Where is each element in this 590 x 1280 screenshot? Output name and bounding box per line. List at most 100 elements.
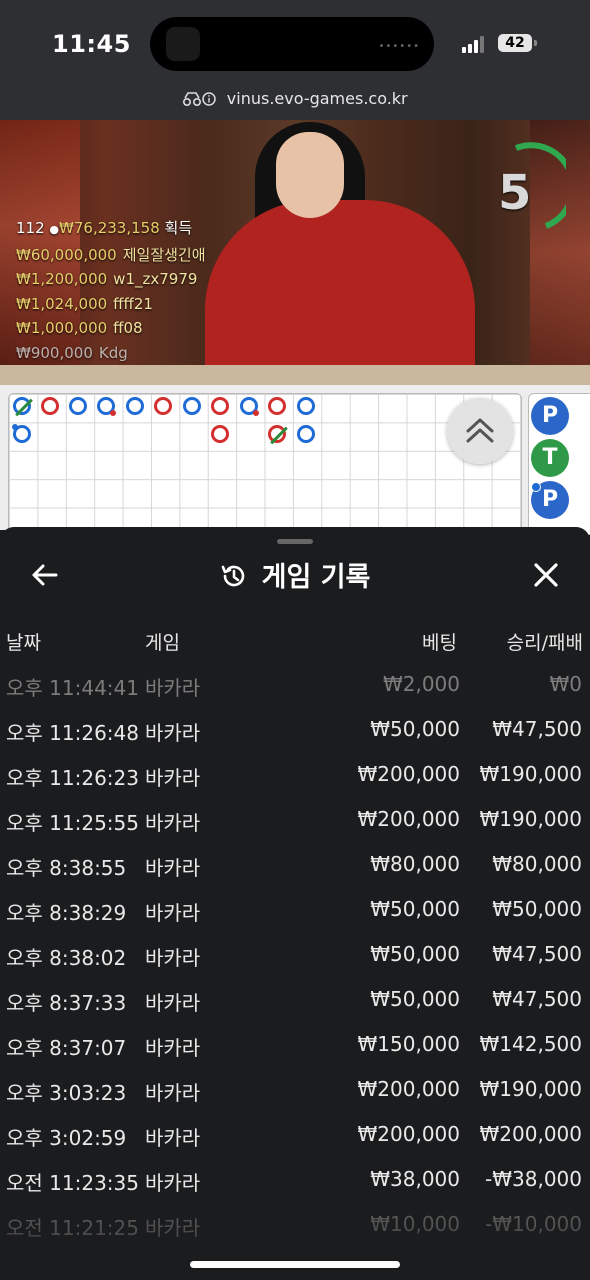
history-row[interactable]: 오후 11:44:41 바카라 ₩2,000 ₩0 bbox=[0, 672, 590, 717]
pair-dot bbox=[531, 482, 541, 492]
winner-row: ₩1,200,000 w1_zx7979 bbox=[16, 270, 198, 288]
road-player-ring bbox=[69, 397, 87, 415]
history-row[interactable]: 오후 8:37:07 바카라 ₩150,000 ₩142,500 bbox=[0, 1032, 590, 1077]
chevron-up-double-icon bbox=[466, 418, 494, 443]
history-row[interactable]: 오후 3:02:59 바카라 ₩200,000 ₩200,000 bbox=[0, 1122, 590, 1167]
island-dots: •••••• bbox=[378, 41, 420, 52]
panel-title: 게임 기록 bbox=[0, 555, 590, 597]
row-time: 오후 8:37:33 bbox=[6, 991, 127, 1015]
battery-cap bbox=[534, 40, 537, 46]
column-header-result: 승리/패배 bbox=[506, 632, 583, 654]
dealer-figure bbox=[276, 132, 344, 218]
countdown-timer: 5 bbox=[498, 165, 532, 221]
row-time: 오후 11:25:55 bbox=[6, 811, 139, 835]
row-bet: ₩200,000 bbox=[357, 1122, 460, 1146]
dealer-table bbox=[0, 365, 590, 385]
row-bet: ₩200,000 bbox=[357, 807, 460, 831]
row-time: 오후 8:37:07 bbox=[6, 1036, 127, 1060]
row-bet: ₩200,000 bbox=[357, 1077, 460, 1101]
row-bet: ₩200,000 bbox=[357, 762, 460, 786]
site-info-icon[interactable] bbox=[182, 92, 222, 108]
road-banker-ring bbox=[268, 425, 288, 445]
history-row[interactable]: 오후 11:25:55 바카라 ₩200,000 ₩190,000 bbox=[0, 807, 590, 852]
url-bar[interactable]: vinus.evo-games.co.kr bbox=[0, 88, 590, 120]
row-bet: ₩50,000 bbox=[370, 897, 460, 921]
history-icon bbox=[220, 562, 248, 597]
row-result: ₩190,000 bbox=[479, 807, 582, 831]
person-icon: ● bbox=[49, 223, 60, 236]
history-row[interactable]: 오후 11:26:23 바카라 ₩200,000 ₩190,000 bbox=[0, 762, 590, 807]
expand-scoreboard-button[interactable] bbox=[447, 398, 513, 464]
row-time: 오후 11:26:48 bbox=[6, 721, 139, 745]
row-time: 오후 11:44:41 bbox=[6, 676, 139, 700]
row-game: 바카라 bbox=[145, 901, 201, 925]
history-row[interactable]: 오후 11:26:48 바카라 ₩50,000 ₩47,500 bbox=[0, 717, 590, 762]
row-game: 바카라 bbox=[145, 856, 201, 880]
row-result: ₩50,000 bbox=[492, 897, 582, 921]
row-result: ₩200,000 bbox=[479, 1122, 582, 1146]
signal-icon bbox=[462, 34, 486, 53]
list-fade bbox=[0, 1212, 590, 1280]
row-game: 바카라 bbox=[145, 811, 201, 835]
row-time: 오후 3:03:23 bbox=[6, 1081, 127, 1105]
winners-total-amount: ₩76,233,158 bbox=[59, 219, 160, 237]
road-player-ring bbox=[183, 397, 201, 415]
column-header-date: 날짜 bbox=[6, 632, 41, 654]
road-player-ring bbox=[126, 397, 144, 415]
road-player-ring bbox=[240, 397, 259, 416]
url-text: vinus.evo-games.co.kr bbox=[226, 89, 408, 108]
history-row[interactable]: 오후 8:38:55 바카라 ₩80,000 ₩80,000 bbox=[0, 852, 590, 897]
camera-icon bbox=[166, 27, 200, 61]
road-player-ring bbox=[297, 425, 315, 443]
row-bet: ₩50,000 bbox=[370, 942, 460, 966]
row-bet: ₩80,000 bbox=[370, 852, 460, 876]
road-player-ring bbox=[97, 397, 116, 416]
winner-row: ₩1,024,000 ffff21 bbox=[16, 294, 153, 313]
row-bet: ₩50,000 bbox=[370, 987, 460, 1011]
sheet-grabber[interactable] bbox=[277, 539, 313, 544]
row-game: 바카라 bbox=[145, 1036, 201, 1060]
winner-row: ₩60,000,000 제일잘생긴애 bbox=[16, 245, 206, 264]
row-result: ₩190,000 bbox=[479, 762, 582, 786]
history-row[interactable]: 오후 8:37:33 바카라 ₩50,000 ₩47,500 bbox=[0, 987, 590, 1032]
road-banker-ring bbox=[13, 397, 33, 417]
row-result: ₩0 bbox=[549, 672, 583, 696]
road-banker-ring bbox=[211, 425, 229, 443]
row-result: ₩47,500 bbox=[492, 942, 582, 966]
row-bet: ₩2,000 bbox=[382, 672, 460, 696]
row-game: 바카라 bbox=[145, 1171, 201, 1195]
row-game: 바카라 bbox=[145, 991, 201, 1015]
row-time: 오후 8:38:55 bbox=[6, 856, 127, 880]
battery-icon: 42 bbox=[498, 34, 532, 52]
row-result: ₩47,500 bbox=[492, 987, 582, 1011]
close-button[interactable] bbox=[529, 558, 563, 592]
row-result: -₩38,000 bbox=[485, 1167, 582, 1191]
row-bet: ₩150,000 bbox=[357, 1032, 460, 1056]
status-time: 11:45 bbox=[52, 30, 131, 58]
history-row[interactable]: 오전 11:23:35 바카라 ₩38,000 -₩38,000 bbox=[0, 1167, 590, 1212]
history-row[interactable]: 오후 3:03:23 바카라 ₩200,000 ₩190,000 bbox=[0, 1077, 590, 1122]
column-header-game: 게임 bbox=[145, 632, 180, 654]
row-time: 오후 8:38:02 bbox=[6, 946, 127, 970]
row-time: 오전 11:23:35 bbox=[6, 1171, 139, 1195]
history-row[interactable]: 오후 8:38:29 바카라 ₩50,000 ₩50,000 bbox=[0, 897, 590, 942]
row-time: 오후 3:02:59 bbox=[6, 1126, 127, 1150]
column-header-bet: 베팅 bbox=[422, 632, 457, 654]
winner-row: ₩1,000,000 ff08 bbox=[16, 319, 143, 337]
road-player-ring bbox=[297, 397, 315, 415]
row-result: ₩142,500 bbox=[479, 1032, 582, 1056]
history-row[interactable]: 오후 8:38:02 바카라 ₩50,000 ₩47,500 bbox=[0, 942, 590, 987]
home-indicator[interactable] bbox=[190, 1261, 400, 1268]
bead-player-chip: P bbox=[531, 397, 569, 435]
bead-tie-chip: T bbox=[531, 439, 569, 477]
row-game: 바카라 bbox=[145, 1126, 201, 1150]
row-result: ₩47,500 bbox=[492, 717, 582, 741]
row-result: ₩190,000 bbox=[479, 1077, 582, 1101]
dynamic-island: •••••• bbox=[150, 17, 434, 71]
row-result: ₩80,000 bbox=[492, 852, 582, 876]
row-game: 바카라 bbox=[145, 1081, 201, 1105]
road-banker-ring bbox=[41, 397, 59, 415]
row-game: 바카라 bbox=[145, 766, 201, 790]
close-icon bbox=[534, 563, 558, 587]
big-road-grid[interactable] bbox=[8, 393, 522, 535]
